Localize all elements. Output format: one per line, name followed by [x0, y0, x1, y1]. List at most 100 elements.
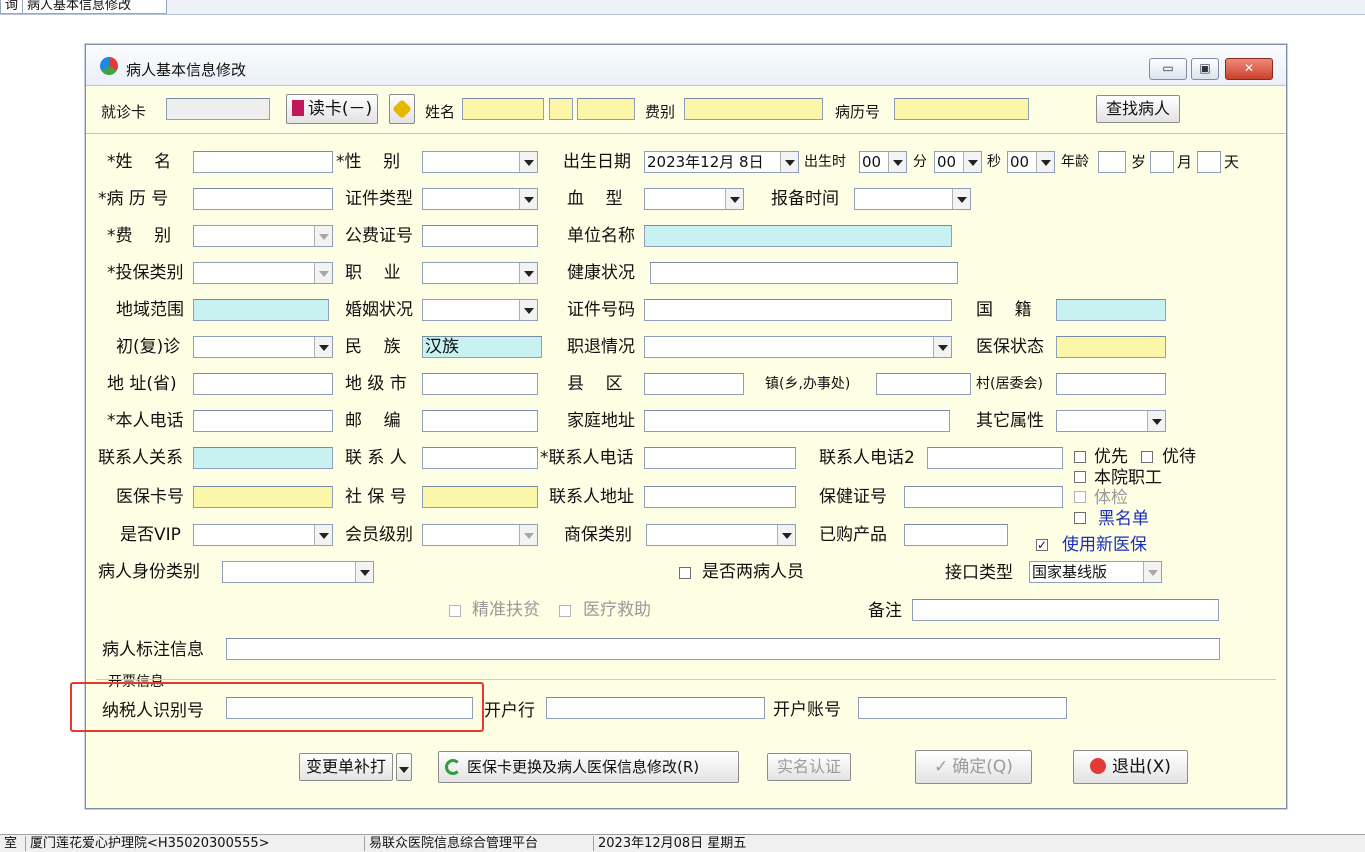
purchased-input[interactable] [904, 524, 1008, 546]
contact-phone-label: *联系人电话 [540, 448, 634, 468]
verify-button[interactable]: 实名认证 [767, 753, 851, 781]
home-addr-input[interactable] [644, 410, 950, 432]
other-attr-select[interactable] [1056, 410, 1166, 432]
fee-type-select[interactable] [193, 225, 333, 247]
reprint-dropdown[interactable] [396, 753, 412, 781]
health-cert-input[interactable] [904, 486, 1063, 508]
physical-checkbox[interactable] [1074, 491, 1086, 503]
retire-select[interactable] [644, 336, 952, 358]
top-name-extra-input[interactable] [549, 98, 573, 120]
postcode-input[interactable] [422, 410, 538, 432]
contact-addr-input[interactable] [644, 486, 796, 508]
purchased-label: 已购产品 [819, 525, 887, 545]
poverty-label: 精准扶贫 [472, 600, 540, 620]
special-checkbox[interactable] [1141, 451, 1153, 463]
interface-select[interactable]: 国家基线版 [1029, 561, 1162, 583]
bank-input[interactable] [546, 697, 765, 719]
county-input[interactable] [644, 373, 744, 395]
med-status-input[interactable] [1056, 336, 1166, 358]
tab-patient-info-edit[interactable]: 病人基本信息修改 [22, 0, 167, 14]
contact-input[interactable] [422, 447, 538, 469]
dialog-title: 病人基本信息修改 [126, 61, 247, 79]
status-cell-platform: 易联众医院信息综合管理平台 [364, 836, 589, 851]
change-card-button[interactable]: 医保卡更换及病人医保信息修改(R) [438, 751, 739, 783]
reprint-button[interactable]: 变更单补打 [299, 753, 393, 781]
interface-label: 接口类型 [945, 563, 1013, 583]
chevron-down-icon [952, 189, 970, 209]
blood-type-select[interactable] [644, 188, 744, 210]
top-record-input[interactable] [894, 98, 1029, 120]
birth-minute-value: 00 [937, 153, 957, 171]
region-input[interactable] [193, 299, 329, 321]
new-insurance-label: 使用新医保 [1062, 535, 1147, 555]
ok-button[interactable]: ✓ 确定(Q) [915, 750, 1032, 784]
card-input[interactable] [166, 98, 270, 120]
exit-button[interactable]: 退出(X) [1073, 750, 1188, 784]
unit-name-input[interactable] [644, 225, 952, 247]
gender-select[interactable] [422, 151, 538, 173]
birth-date-picker[interactable]: 2023年12月 8日 [644, 151, 799, 173]
top-fee-input[interactable] [684, 98, 823, 120]
city-input[interactable] [422, 373, 538, 395]
contact-phone2-input[interactable] [927, 447, 1063, 469]
id-no-input[interactable] [644, 299, 952, 321]
commercial-select[interactable] [646, 524, 796, 546]
birth-second-select[interactable]: 00 [1007, 151, 1055, 173]
chevron-down-icon [519, 189, 537, 209]
name-input[interactable] [193, 151, 333, 173]
blacklist-checkbox[interactable] [1074, 512, 1086, 524]
poverty-checkbox[interactable] [449, 605, 461, 617]
report-time-select[interactable] [854, 188, 971, 210]
new-insurance-checkbox[interactable]: ✓ [1036, 539, 1048, 551]
broom-button[interactable] [389, 94, 415, 124]
age-months-input[interactable] [1150, 151, 1174, 173]
medical-aid-checkbox[interactable] [559, 605, 571, 617]
two-disease-checkbox[interactable] [679, 567, 691, 579]
contact-addr-label: 联系人地址 [549, 487, 634, 507]
account-input[interactable] [858, 697, 1067, 719]
age-days-input[interactable] [1197, 151, 1221, 173]
tag-info-input[interactable] [226, 638, 1220, 660]
contact-rel-input[interactable] [193, 447, 333, 469]
member-level-select[interactable] [422, 524, 538, 546]
read-card-button[interactable]: 读卡(－) [286, 94, 378, 124]
nationality-input[interactable] [1056, 299, 1166, 321]
phone-input[interactable] [193, 410, 333, 432]
birth-hour-select[interactable]: 00 [859, 151, 907, 173]
vip-select[interactable] [193, 524, 333, 546]
med-card-input[interactable] [193, 486, 333, 508]
close-icon[interactable]: ✕ [1225, 58, 1273, 80]
city-label: 地 级 市 [345, 374, 407, 394]
staff-checkbox[interactable] [1074, 471, 1086, 483]
province-input[interactable] [193, 373, 333, 395]
status-cell-date: 2023年12月08日 星期五 [593, 836, 798, 851]
id-type-select[interactable] [422, 188, 538, 210]
tab-query[interactable]: 询 [0, 0, 24, 14]
highlight-annotation [70, 682, 484, 732]
maximize-icon[interactable]: ▣ [1191, 58, 1219, 80]
priority-checkbox[interactable] [1074, 451, 1086, 463]
dialog-titlebar[interactable]: 病人基本信息修改 ▭ ▣ ✕ [86, 45, 1286, 86]
postcode-label: 邮 编 [345, 411, 401, 431]
village-input[interactable] [1056, 373, 1166, 395]
insure-type-select[interactable] [193, 262, 333, 284]
record-no-input[interactable] [193, 188, 333, 210]
job-select[interactable] [422, 262, 538, 284]
card-reader-icon [291, 100, 304, 116]
ethnic-input[interactable]: 汉族 [422, 336, 542, 358]
top-name-extra2-input[interactable] [577, 98, 635, 120]
age-years-input[interactable] [1098, 151, 1126, 173]
birth-minute-select[interactable]: 00 [934, 151, 982, 173]
health-input[interactable] [650, 262, 958, 284]
public-no-input[interactable] [422, 225, 538, 247]
visit-select[interactable] [193, 336, 333, 358]
contact-phone-input[interactable] [644, 447, 796, 469]
top-name-input[interactable] [462, 98, 544, 120]
town-input[interactable] [876, 373, 971, 395]
identity-select[interactable] [222, 561, 374, 583]
find-patient-button[interactable]: 查找病人 [1096, 95, 1180, 123]
minimize-icon[interactable]: ▭ [1149, 58, 1187, 80]
marriage-select[interactable] [422, 299, 538, 321]
remark-input[interactable] [912, 599, 1219, 621]
social-no-input[interactable] [422, 486, 538, 508]
